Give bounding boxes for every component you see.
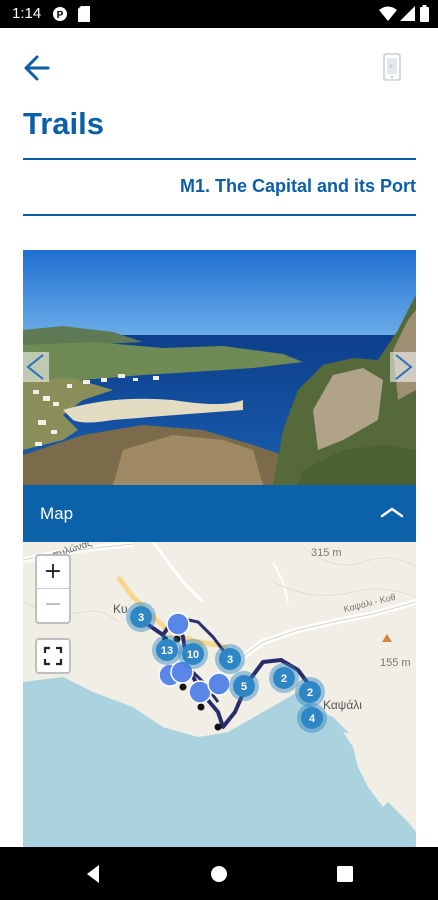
photo-prev-button[interactable] bbox=[23, 352, 49, 382]
back-triangle-icon bbox=[87, 865, 99, 883]
marker-layer: 3 13 10 3 5 2 2 4 bbox=[126, 602, 327, 733]
cluster-marker[interactable]: 4 bbox=[297, 703, 327, 733]
cluster-count: 2 bbox=[281, 673, 287, 685]
cluster-count: 10 bbox=[187, 649, 199, 661]
photo-next-button[interactable] bbox=[390, 352, 416, 382]
cluster-marker[interactable]: 2 bbox=[269, 663, 299, 693]
system-nav-bar bbox=[0, 847, 438, 900]
home-circle-icon bbox=[211, 866, 227, 882]
battery-icon bbox=[420, 5, 429, 27]
device-button[interactable] bbox=[378, 50, 406, 86]
trail-map[interactable]: ας πυλώνας 315 m Καψάλι - Κυθ 155 m Κυ Κ… bbox=[23, 542, 416, 847]
cluster-marker[interactable]: 10 bbox=[178, 639, 208, 669]
trail-photo bbox=[23, 250, 416, 485]
cluster-marker[interactable]: 2 bbox=[295, 677, 325, 707]
waypoint-marker[interactable] bbox=[207, 672, 231, 696]
trail-divider bbox=[23, 214, 416, 216]
waypoint-marker[interactable] bbox=[166, 612, 190, 636]
chevron-left-icon bbox=[26, 354, 44, 380]
map-section-toggle[interactable]: Map bbox=[23, 485, 416, 542]
nav-back-button[interactable] bbox=[80, 861, 106, 887]
back-button[interactable] bbox=[18, 50, 58, 86]
chevron-up-icon bbox=[380, 505, 404, 524]
cluster-count: 3 bbox=[138, 612, 144, 624]
cluster-marker[interactable]: 3 bbox=[215, 644, 245, 674]
page-title: Trails bbox=[23, 106, 104, 141]
cluster-marker[interactable]: 3 bbox=[126, 602, 156, 632]
svg-text:P: P bbox=[57, 10, 64, 21]
phone-icon bbox=[383, 53, 401, 81]
title-divider bbox=[23, 158, 416, 160]
status-time: 1:14 bbox=[12, 5, 42, 22]
cluster-marker[interactable]: 13 bbox=[152, 635, 182, 665]
cluster-marker[interactable]: 5 bbox=[229, 671, 259, 701]
chevron-right-icon bbox=[395, 354, 413, 380]
cluster-count: 3 bbox=[227, 654, 233, 666]
trail-name: M1. The Capital and its Port bbox=[179, 176, 416, 196]
cluster-count: 13 bbox=[161, 645, 173, 657]
cluster-count: 5 bbox=[241, 681, 247, 693]
map-section-label: Map bbox=[40, 504, 74, 523]
nav-recents-button[interactable] bbox=[332, 861, 358, 887]
cluster-count: 4 bbox=[309, 713, 316, 725]
status-bar: 1:14 P bbox=[0, 0, 438, 28]
cluster-count: 2 bbox=[307, 687, 313, 699]
wifi-icon bbox=[379, 6, 397, 27]
recents-square-icon bbox=[337, 866, 353, 882]
sd-card-icon bbox=[78, 6, 90, 27]
notification-p-icon: P bbox=[52, 6, 68, 27]
nav-home-button[interactable] bbox=[206, 861, 232, 887]
signal-icon bbox=[400, 6, 415, 27]
arrow-left-icon bbox=[24, 55, 50, 81]
